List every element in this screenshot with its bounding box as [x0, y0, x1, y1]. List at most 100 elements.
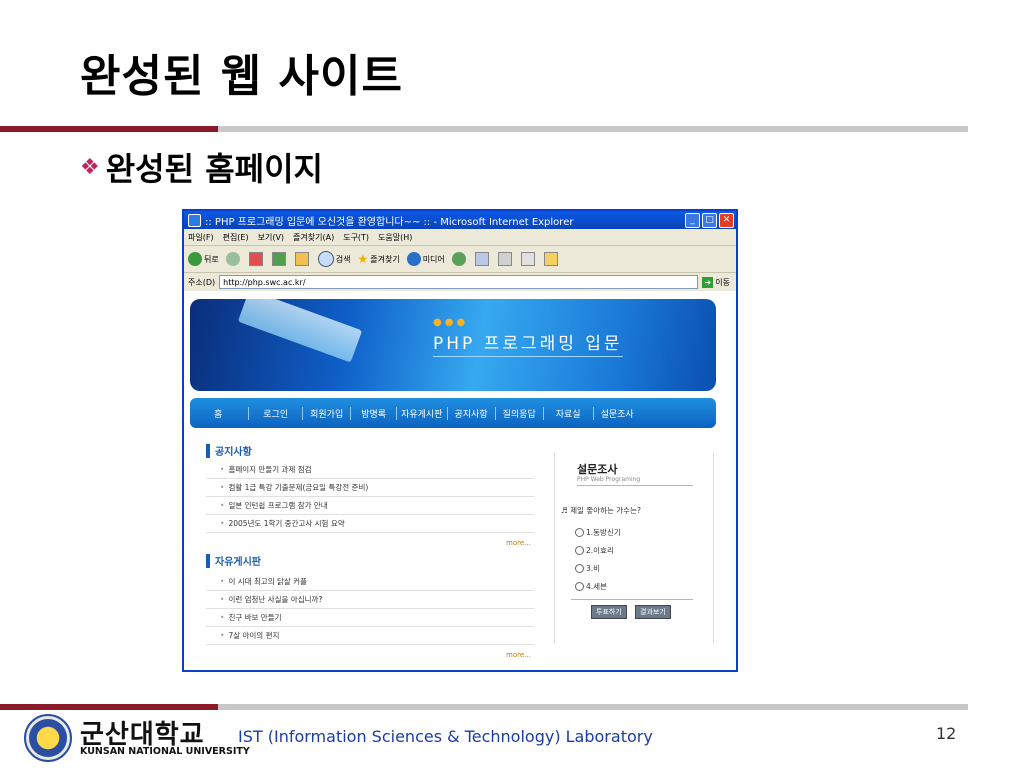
home-icon: [294, 252, 309, 266]
banner-dots-icon: ●●●: [433, 317, 469, 328]
nav-signup[interactable]: 회원가입: [303, 406, 352, 420]
notice-item[interactable]: 2005년도 1학기 중간고사 시험 요약: [206, 515, 534, 533]
back-button[interactable]: 뒤로: [188, 252, 219, 266]
bullet-item: ❖ 완성된 홈페이지: [80, 144, 323, 190]
board-item[interactable]: 이 시대 최고의 닭살 커플: [206, 573, 534, 591]
banner-title: PHP 프로그래밍 입문: [433, 329, 623, 357]
nav-board[interactable]: 자유게시판: [397, 406, 448, 420]
forward-button[interactable]: [225, 252, 242, 266]
print-icon: [497, 252, 512, 266]
result-button[interactable]: 결과보기: [635, 605, 671, 619]
nav-qna[interactable]: 질의응답: [496, 406, 544, 420]
site-banner: ●●● PHP 프로그래밍 입문: [190, 299, 716, 391]
address-url: http://php.swc.ac.kr/: [223, 277, 306, 287]
nav-login[interactable]: 로그인: [249, 406, 304, 420]
university-name-english: KUNSAN NATIONAL UNIVERSITY: [80, 746, 250, 757]
site-nav: 홈 로그인 회원가입 방명록 자유게시판 공지사항 질의응답 자료실 설문조사: [190, 398, 716, 428]
refresh-icon: [271, 252, 286, 266]
page-number: 12: [936, 724, 957, 743]
refresh-button[interactable]: [271, 252, 288, 266]
minimize-button[interactable]: _: [685, 212, 700, 228]
close-button[interactable]: ✕: [719, 212, 734, 228]
back-label: 뒤로: [204, 254, 219, 264]
poll-option-text: 3.비: [586, 564, 601, 573]
star-icon: ★: [357, 252, 369, 266]
board-list: 이 시대 최고의 닭살 커플 이런 엄청난 사실을 아십니까? 친구 바보 만들…: [206, 573, 534, 645]
top-rule-accent: [0, 126, 218, 132]
heading-bar-icon: [206, 553, 210, 568]
back-arrow-icon: [188, 252, 202, 266]
ie-icon: [188, 213, 201, 227]
notice-heading: 공지사항: [206, 443, 252, 458]
poll-option[interactable]: 1.동방신기: [575, 527, 621, 538]
menu-tools[interactable]: 도구(T): [343, 232, 369, 243]
edit-icon: [520, 252, 535, 266]
board-item-text: 이런 엄청난 사실을 아십니까?: [228, 595, 323, 604]
board-item[interactable]: 7살 아이의 편지: [206, 627, 534, 645]
vote-button[interactable]: 투표하기: [591, 605, 627, 619]
history-button[interactable]: [451, 252, 468, 266]
board-item[interactable]: 친구 바보 만들기: [206, 609, 534, 627]
poll-divider: [571, 599, 693, 600]
nav-notice[interactable]: 공지사항: [448, 406, 496, 420]
nav-archive[interactable]: 자료실: [544, 406, 594, 420]
search-button[interactable]: 검색: [317, 251, 350, 267]
web-page: ●●● PHP 프로그래밍 입문 홈 로그인 회원가입 방명록 자유게시판 공지…: [184, 291, 736, 670]
menu-help[interactable]: 도움말(H): [378, 232, 412, 243]
notice-item[interactable]: 일본 인턴쉽 프로그램 참가 안내: [206, 497, 534, 515]
poll-option-text: 4.세븐: [586, 582, 607, 591]
menu-file[interactable]: 파일(F): [188, 232, 214, 243]
board-more-link[interactable]: more...: [506, 651, 531, 659]
poll-option-text: 1.동방신기: [586, 528, 621, 537]
poll-option[interactable]: 2.이효리: [575, 545, 614, 556]
radio-icon: [575, 564, 584, 573]
notice-item-text: 컴활 1급 특강 기출문제(금요일 특강전 준비): [228, 483, 369, 492]
ie-address-bar: 주소(D) http://php.swc.ac.kr/ ➔ 이동: [184, 273, 736, 292]
lab-name: IST (Information Sciences & Technology) …: [238, 727, 653, 746]
notice-heading-text: 공지사항: [215, 447, 252, 458]
notice-item-text: 2005년도 1학기 중간고사 시험 요약: [228, 519, 345, 528]
history-icon: [451, 252, 466, 266]
banner-card-graphic: [237, 299, 363, 363]
poll-option[interactable]: 3.비: [575, 563, 600, 574]
print-button[interactable]: [497, 252, 514, 266]
heading-bar-icon: [206, 443, 210, 458]
radio-icon: [575, 546, 584, 555]
mail-button[interactable]: [474, 252, 491, 266]
ie-toolbar: 뒤로 검색 ★ 즐겨찾기 미디어: [184, 246, 736, 273]
menu-edit[interactable]: 편집(E): [223, 232, 249, 243]
maximize-button[interactable]: □: [702, 212, 717, 228]
go-label: 이동: [715, 277, 730, 287]
menu-favorites[interactable]: 즐겨찾기(A): [293, 232, 334, 243]
menu-view[interactable]: 보기(V): [258, 232, 284, 243]
edit-button[interactable]: [520, 252, 537, 266]
notice-list: 홈페이지 만들기 과제 점검 컴활 1급 특강 기출문제(금요일 특강전 준비)…: [206, 461, 534, 533]
nav-survey[interactable]: 설문조사: [594, 407, 641, 420]
media-label: 미디어: [422, 254, 445, 264]
media-button[interactable]: 미디어: [406, 252, 445, 266]
university-logo: [24, 714, 72, 762]
notice-more-link[interactable]: more...: [506, 539, 531, 547]
diamond-bullet-icon: ❖: [80, 154, 100, 180]
folder-button[interactable]: [543, 252, 560, 266]
slide-title: 완성된 웹 사이트: [80, 51, 403, 102]
ie-titlebar: :: PHP 프로그래밍 입문에 오신것을 환영합니다~~ :: - Micro…: [184, 211, 736, 229]
board-item-text: 친구 바보 만들기: [228, 613, 282, 622]
stop-button[interactable]: [248, 252, 265, 266]
poll-title: 설문조사: [577, 463, 618, 476]
poll-option[interactable]: 4.세븐: [575, 581, 607, 592]
poll-question: ♬ 제일 좋아하는 가수는?: [561, 506, 641, 515]
search-icon: [317, 251, 334, 267]
bottom-rule: [218, 704, 968, 710]
notice-item[interactable]: 홈페이지 만들기 과제 점검: [206, 461, 534, 479]
nav-guestbook[interactable]: 방명록: [351, 406, 398, 420]
board-item[interactable]: 이런 엄청난 사실을 아십니까?: [206, 591, 534, 609]
ie-window: :: PHP 프로그래밍 입문에 오신것을 환영합니다~~ :: - Micro…: [182, 209, 738, 672]
nav-home[interactable]: 홈: [190, 406, 250, 420]
home-button[interactable]: [294, 252, 311, 266]
go-button[interactable]: ➔ 이동: [702, 276, 730, 288]
media-icon: [406, 252, 421, 266]
address-input[interactable]: http://php.swc.ac.kr/: [219, 275, 699, 289]
favorites-button[interactable]: ★ 즐겨찾기: [357, 252, 399, 266]
notice-item[interactable]: 컴활 1급 특강 기출문제(금요일 특강전 준비): [206, 479, 534, 497]
